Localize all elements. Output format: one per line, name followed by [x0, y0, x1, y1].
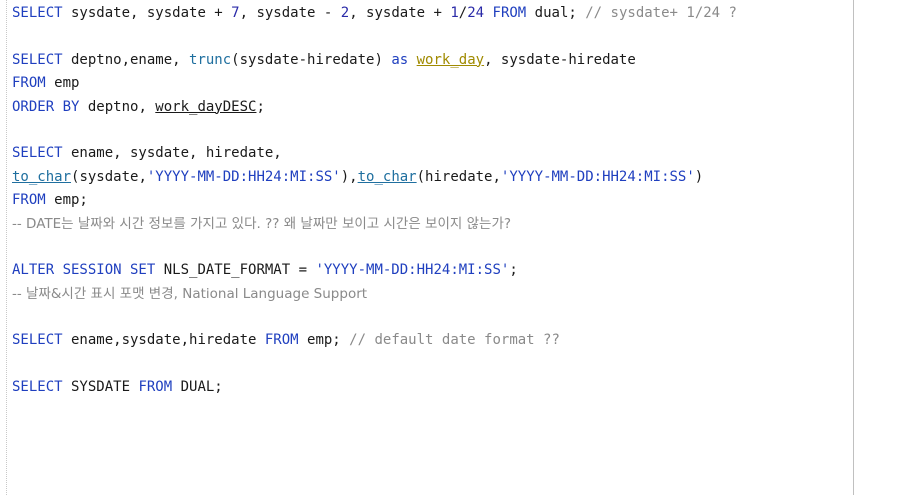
- code-line[interactable]: [12, 306, 917, 329]
- code-token: SELECT: [12, 332, 63, 349]
- code-token: ;: [256, 98, 265, 115]
- code-line[interactable]: -- DATE는 날짜와 시간 정보를 가지고 있다. ?? 왜 날짜만 보이고…: [12, 213, 917, 236]
- code-token: // sysdate+ 1/24 ?: [585, 5, 737, 21]
- code-line[interactable]: ALTER SESSION SET NLS_DATE_FORMAT = 'YYY…: [12, 259, 917, 282]
- code-token: FROM: [12, 75, 46, 92]
- code-line[interactable]: SELECT deptno,ename, trunc(sysdate-hired…: [12, 49, 917, 72]
- code-token: work_dayDESC: [155, 98, 257, 115]
- code-token: /: [458, 5, 468, 21]
- code-line[interactable]: ORDER BY deptno, work_dayDESC;: [12, 96, 917, 119]
- code-token: (sysdate-hiredate): [231, 51, 392, 68]
- code-line[interactable]: FROM emp;: [12, 189, 917, 212]
- code-token: FROM: [138, 379, 173, 396]
- code-line[interactable]: [12, 236, 917, 259]
- code-token: FROM: [264, 332, 299, 349]
- code-token: 'YYYY-MM-DD:HH24:MI:SS': [500, 168, 695, 185]
- code-token: 1: [450, 5, 459, 21]
- code-line[interactable]: [12, 25, 917, 48]
- code-token: trunc: [189, 51, 232, 68]
- code-token: sysdate, sysdate +: [62, 5, 232, 21]
- code-token: ;: [509, 262, 518, 279]
- code-token: emp;: [298, 332, 350, 349]
- code-token: -- 날짜&시간 표시 포맷 변경, National Language Sup…: [12, 285, 368, 302]
- code-token: NLS_DATE_FORMAT =: [155, 262, 316, 279]
- code-token: deptno,: [79, 98, 156, 115]
- code-line[interactable]: -- 날짜&시간 표시 포맷 변경, National Language Sup…: [12, 283, 917, 306]
- code-token: ename, sysdate, hiredate,: [62, 145, 282, 162]
- code-token: emp;: [45, 192, 88, 209]
- code-line[interactable]: [12, 353, 917, 376]
- gutter-guide: [6, 0, 7, 495]
- code-token: 24: [467, 5, 485, 21]
- code-token: deptno,ename,: [62, 51, 190, 68]
- code-token: , sysdate-hiredate: [484, 51, 636, 68]
- code-token: , sysdate +: [349, 5, 451, 21]
- code-line[interactable]: SELECT sysdate, sysdate + 7, sysdate - 2…: [12, 2, 917, 25]
- code-token: work_day: [416, 51, 485, 68]
- code-token: (sysdate,: [71, 168, 147, 185]
- code-line[interactable]: [12, 119, 917, 142]
- code-line[interactable]: SELECT ename,sysdate,hiredate FROM emp; …: [12, 329, 917, 352]
- code-token: // default date format ??: [349, 332, 560, 349]
- code-token: ORDER BY: [12, 98, 80, 115]
- code-token: ename,sysdate,hiredate: [62, 332, 265, 349]
- code-line[interactable]: SELECT SYSDATE FROM DUAL;: [12, 376, 917, 399]
- code-token: dual;: [526, 5, 586, 21]
- code-token: as: [391, 51, 409, 68]
- code-token: SELECT: [12, 145, 63, 162]
- code-line[interactable]: SELECT ename, sysdate, hiredate,: [12, 142, 917, 165]
- code-token: 'YYYY-MM-DD:HH24:MI:SS': [315, 262, 510, 279]
- code-token: ),: [340, 168, 358, 185]
- sql-editor[interactable]: SELECT sysdate, sysdate + 7, sysdate - 2…: [0, 0, 923, 495]
- code-token: -- DATE는 날짜와 시간 정보를 가지고 있다. ?? 왜 날짜만 보이고…: [12, 215, 512, 232]
- code-token: SELECT: [12, 51, 63, 68]
- code-token: to_char: [12, 168, 72, 185]
- code-token: , sysdate -: [239, 5, 341, 21]
- code-token: ALTER SESSION SET: [12, 262, 156, 279]
- code-token: (hiredate,: [416, 168, 501, 185]
- code-token: SELECT: [12, 379, 63, 396]
- code-token: SELECT: [12, 5, 63, 21]
- code-token: emp: [45, 75, 80, 92]
- code-token: ): [694, 168, 704, 185]
- code-line[interactable]: to_char(sysdate,'YYYY-MM-DD:HH24:MI:SS')…: [12, 166, 917, 189]
- code-token: 2: [340, 5, 350, 21]
- code-token: FROM: [12, 192, 46, 209]
- code-token: DUAL;: [172, 379, 223, 396]
- code-token: 7: [231, 5, 240, 21]
- code-area[interactable]: SELECT sysdate, sysdate + 7, sysdate - 2…: [12, 2, 917, 400]
- code-token: to_char: [357, 168, 417, 185]
- code-token: FROM: [492, 5, 527, 21]
- code-token: 'YYYY-MM-DD:HH24:MI:SS': [146, 168, 341, 185]
- code-line[interactable]: FROM emp: [12, 72, 917, 95]
- code-token: SYSDATE: [62, 379, 139, 396]
